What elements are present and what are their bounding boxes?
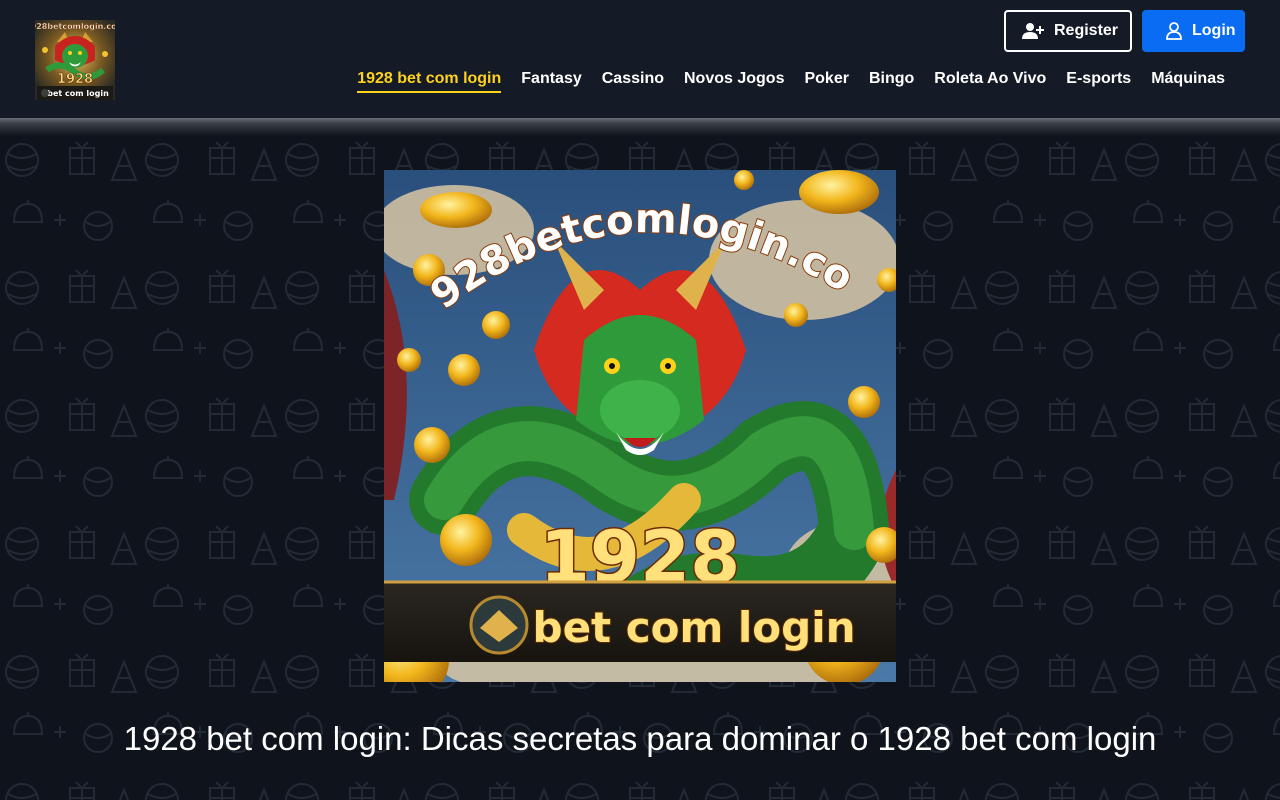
nav-item-maquinas[interactable]: Máquinas <box>1151 70 1225 93</box>
logo-number-text: 1928 <box>57 72 93 87</box>
nav-item-novos-jogos[interactable]: Novos Jogos <box>684 70 784 93</box>
nav-item-fantasy[interactable]: Fantasy <box>521 70 581 93</box>
nav-item-cassino[interactable]: Cassino <box>602 70 664 93</box>
user-icon <box>1166 22 1182 40</box>
nav-item-roleta-ao-vivo[interactable]: Roleta Ao Vivo <box>934 70 1046 93</box>
dragon-banner-image: 1928betcomlogin.com 1928 bet com login <box>384 170 896 682</box>
main-nav: 1928 bet com login Fantasy Cassino Novos… <box>357 70 1225 93</box>
page-title: 1928 bet com login: Dicas secretas para … <box>123 720 1157 757</box>
register-button[interactable]: Register <box>1004 10 1132 52</box>
logo-url-text: 1928betcomlogin.com <box>35 22 115 31</box>
logo-brand-text: bet com login <box>47 89 109 98</box>
banner-brand-text: bet com login <box>533 603 856 652</box>
site-logo[interactable]: 1928betcomlogin.com 1928 bet com login <box>35 20 115 100</box>
nav-item-bingo[interactable]: Bingo <box>869 70 914 93</box>
login-button[interactable]: Login <box>1142 10 1245 52</box>
login-label: Login <box>1192 22 1236 39</box>
nav-item-e-sports[interactable]: E-sports <box>1066 70 1131 93</box>
auth-buttons: Register Login <box>1004 10 1245 52</box>
nav-item-poker[interactable]: Poker <box>804 70 848 93</box>
site-header: 1928betcomlogin.com 1928 bet com login R… <box>0 0 1280 120</box>
logo-image: 1928betcomlogin.com 1928 bet com login <box>35 20 115 100</box>
hero-banner: 1928betcomlogin.com 1928 bet com login <box>384 170 896 682</box>
register-label: Register <box>1054 22 1119 39</box>
nav-item-home[interactable]: 1928 bet com login <box>357 70 502 93</box>
user-plus-icon <box>1022 22 1044 40</box>
